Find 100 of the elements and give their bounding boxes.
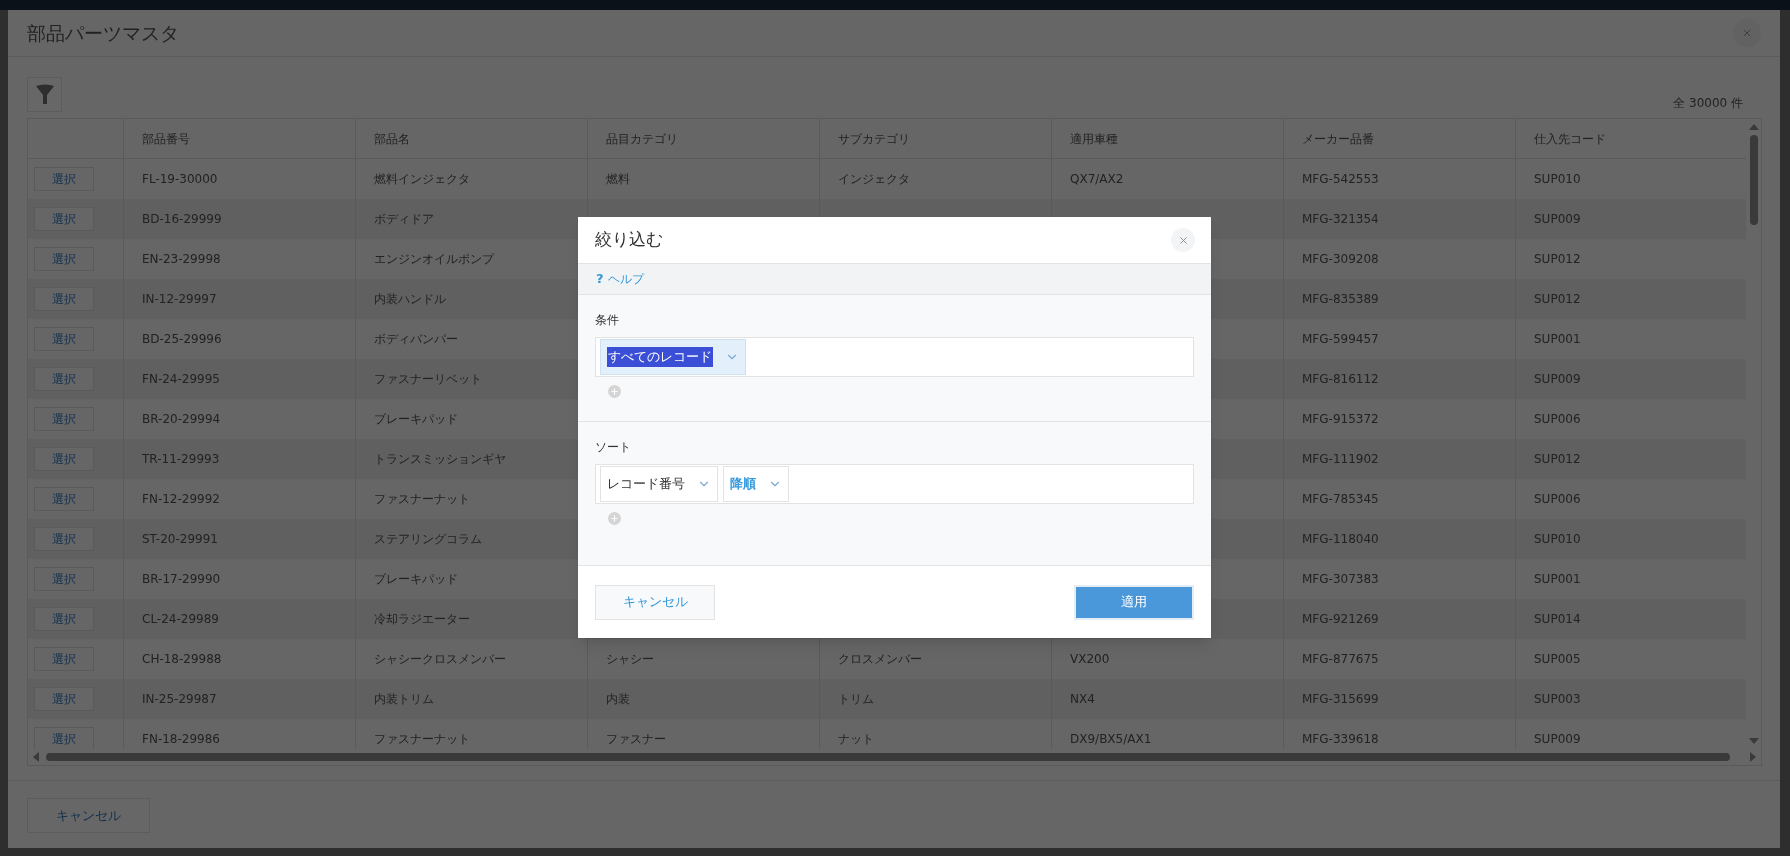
table-cell-text: VX200 bbox=[1070, 651, 1110, 668]
add-icon[interactable] bbox=[608, 385, 621, 398]
select-button[interactable]: 選択 bbox=[34, 207, 94, 231]
table-cell-text: SUP006 bbox=[1534, 491, 1581, 508]
table-cell-text: MFG-111902 bbox=[1302, 451, 1379, 468]
dropdown[interactable]: 降順 bbox=[723, 466, 789, 502]
filter-button[interactable] bbox=[27, 77, 62, 112]
table-cell-text: FL-19-30000 bbox=[142, 171, 218, 188]
table-cell-text: CL-24-29989 bbox=[142, 611, 219, 628]
column-header[interactable]: メーカー品番 bbox=[1302, 129, 1374, 148]
table-cell-text: IN-25-29987 bbox=[142, 691, 217, 708]
scrollbar-thumb[interactable] bbox=[46, 753, 1730, 761]
table-cell-text: SUP009 bbox=[1534, 211, 1581, 228]
table-cell-text: MFG-315699 bbox=[1302, 691, 1379, 708]
select-button[interactable]: 選択 bbox=[34, 647, 94, 671]
select-button[interactable]: 選択 bbox=[34, 327, 94, 351]
scroll-right-icon[interactable] bbox=[1749, 752, 1757, 762]
cancel-button[interactable]: キャンセル bbox=[27, 798, 150, 833]
dropdown[interactable]: すべてのレコード bbox=[600, 339, 746, 375]
table-cell-text: BD-25-29996 bbox=[142, 331, 222, 348]
dialog-title: 絞り込む bbox=[595, 228, 663, 252]
table-cell-text: FN-24-29995 bbox=[142, 371, 220, 388]
close-icon bbox=[1741, 27, 1753, 39]
table-cell-text: SUP003 bbox=[1534, 691, 1581, 708]
section-label: ソート bbox=[595, 439, 631, 456]
select-button[interactable]: 選択 bbox=[34, 247, 94, 271]
scrollbar-thumb[interactable] bbox=[1749, 135, 1758, 225]
table-cell-text: SUP005 bbox=[1534, 651, 1581, 668]
add-icon[interactable] bbox=[608, 512, 621, 525]
table-cell-text: MFG-816112 bbox=[1302, 371, 1379, 388]
table-cell-text: SUP001 bbox=[1534, 331, 1581, 348]
column-header[interactable]: 部品名 bbox=[374, 129, 410, 148]
table-cell-text: SUP010 bbox=[1534, 531, 1581, 548]
column-header[interactable]: 部品番号 bbox=[142, 129, 190, 148]
select-button[interactable]: 選択 bbox=[34, 567, 94, 591]
select-button[interactable]: 選択 bbox=[34, 727, 94, 749]
dropdown[interactable]: レコード番号 bbox=[600, 466, 718, 502]
column-header[interactable]: 品目カテゴリ bbox=[606, 129, 678, 148]
table-cell-text: MFG-307383 bbox=[1302, 571, 1379, 588]
select-button[interactable]: 選択 bbox=[34, 407, 94, 431]
select-button[interactable]: 選択 bbox=[34, 367, 94, 391]
close-icon bbox=[1177, 234, 1189, 246]
table-cell-text: SUP009 bbox=[1534, 371, 1581, 388]
table-cell-text: SUP001 bbox=[1534, 571, 1581, 588]
table-cell-text: 燃料インジェクタ bbox=[374, 171, 470, 188]
section-label: 条件 bbox=[595, 312, 619, 329]
table-cell-text: SUP014 bbox=[1534, 611, 1581, 628]
funnel-icon bbox=[34, 83, 55, 106]
scroll-up-icon[interactable] bbox=[1748, 123, 1759, 131]
table-cell-text: TR-11-29993 bbox=[142, 451, 220, 468]
table-cell-text: SUP010 bbox=[1534, 171, 1581, 188]
table-cell-text: EN-23-29998 bbox=[142, 251, 221, 268]
column-header[interactable]: サブカテゴリ bbox=[838, 129, 910, 148]
table-cell-text: DX9/BX5/AX1 bbox=[1070, 731, 1152, 748]
help-link[interactable]: ヘルプ bbox=[607, 270, 644, 288]
table-cell-text: MFG-921269 bbox=[1302, 611, 1379, 628]
help-mark: ? bbox=[596, 270, 604, 289]
table-cell-text: SUP012 bbox=[1534, 451, 1581, 468]
table-cell-text: SUP012 bbox=[1534, 251, 1581, 268]
table-cell-text: IN-12-29997 bbox=[142, 291, 217, 308]
table-cell-text: FN-12-29992 bbox=[142, 491, 220, 508]
apply-button[interactable]: 適用 bbox=[1074, 584, 1194, 620]
select-button[interactable]: 選択 bbox=[34, 167, 94, 191]
table-cell-text: MFG-542553 bbox=[1302, 171, 1379, 188]
table-cell-text: MFG-309208 bbox=[1302, 251, 1379, 268]
table-cell-text: ブレーキパッド bbox=[374, 571, 458, 588]
table-cell-text: インジェクタ bbox=[838, 171, 910, 188]
select-button[interactable]: 選択 bbox=[34, 287, 94, 311]
table-cell-text: SUP012 bbox=[1534, 291, 1581, 308]
table-cell-text: 燃料 bbox=[606, 171, 630, 188]
table-cell-text: ST-20-29991 bbox=[142, 531, 218, 548]
table-cell-text: エンジンオイルポンプ bbox=[374, 251, 494, 268]
table-cell-text: BR-20-29994 bbox=[142, 411, 221, 428]
table-cell-text: MFG-118040 bbox=[1302, 531, 1379, 548]
table-cell-text: MFG-599457 bbox=[1302, 331, 1379, 348]
select-button[interactable]: 選択 bbox=[34, 527, 94, 551]
window-title: 部品パーツマスタ bbox=[27, 20, 179, 46]
select-button[interactable]: 選択 bbox=[34, 447, 94, 471]
close-button[interactable] bbox=[1171, 228, 1195, 252]
scroll-down-icon[interactable] bbox=[1748, 737, 1759, 745]
column-header[interactable]: 適用車種 bbox=[1070, 129, 1118, 148]
cancel-button[interactable]: キャンセル bbox=[595, 584, 715, 620]
scroll-left-icon[interactable] bbox=[32, 752, 40, 762]
table-cell-text: BD-16-29999 bbox=[142, 211, 222, 228]
select-button[interactable]: 選択 bbox=[34, 487, 94, 511]
table-cell-text: SUP006 bbox=[1534, 411, 1581, 428]
table-cell-text: 内装 bbox=[606, 691, 630, 708]
table-cell-text: MFG-877675 bbox=[1302, 651, 1379, 668]
table-cell-text: BR-17-29990 bbox=[142, 571, 221, 588]
table-cell-text: NX4 bbox=[1070, 691, 1095, 708]
table-cell-text: ブレーキパッド bbox=[374, 411, 458, 428]
table-cell-text: シャシー bbox=[606, 651, 654, 668]
close-button[interactable] bbox=[1733, 19, 1761, 47]
table-cell-text: MFG-835389 bbox=[1302, 291, 1379, 308]
record-count: 全 30000 件 bbox=[1673, 95, 1744, 112]
table-cell-text: MFG-339618 bbox=[1302, 731, 1379, 748]
table-cell-text: SUP009 bbox=[1534, 731, 1581, 748]
select-button[interactable]: 選択 bbox=[34, 607, 94, 631]
select-button[interactable]: 選択 bbox=[34, 687, 94, 711]
table-cell-text: QX7/AX2 bbox=[1070, 171, 1124, 188]
